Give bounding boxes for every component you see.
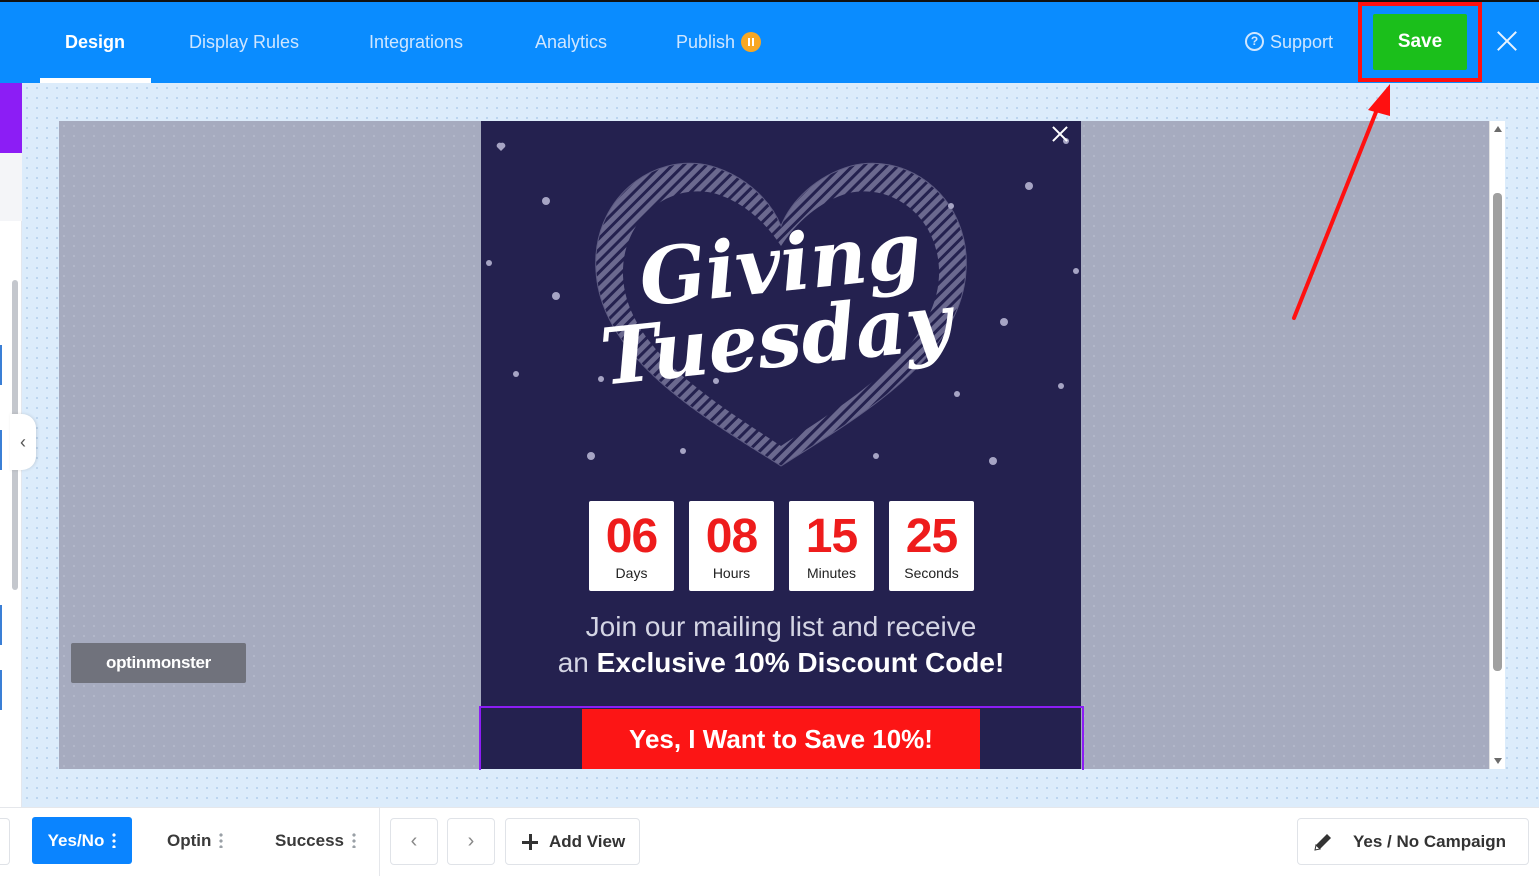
body-line-2: an Exclusive 10% Discount Code!	[481, 645, 1081, 681]
logo-text: optinmonster	[105, 653, 211, 672]
sidebar-item-marker	[0, 670, 2, 710]
chevron-left-icon: ‹	[410, 830, 418, 852]
annotation-arrow	[1292, 84, 1390, 320]
tab-label: Design	[65, 32, 126, 52]
countdown-value: 25	[905, 510, 958, 563]
tab-label: Display Rules	[189, 32, 300, 52]
tab-label: Analytics	[535, 32, 608, 52]
close-icon[interactable]	[1494, 28, 1520, 54]
chevron-right-icon: ›	[467, 830, 475, 852]
tab-integrations[interactable]: Integrations	[369, 2, 463, 83]
countdown-value: 15	[805, 510, 858, 563]
sidebar-item-marker	[0, 605, 2, 645]
scroll-down-icon[interactable]	[1494, 758, 1502, 764]
campaign-popup: Giving Tuesday 06 Days 08 Hours 15 Minut…	[481, 121, 1081, 769]
view-tab-optin[interactable]: Optin	[167, 817, 224, 864]
popup-close-icon[interactable]	[1051, 125, 1069, 143]
more-options-icon[interactable]	[352, 832, 356, 849]
top-navigation-bar: Design Display Rules Integrations Analyt…	[0, 0, 1539, 83]
preview-scrollbar[interactable]	[1489, 121, 1505, 769]
campaign-name-button[interactable]: Yes / No Campaign	[1297, 818, 1529, 865]
countdown-days: 06 Days	[589, 501, 674, 591]
sidebar-item-marker	[0, 345, 2, 385]
plus-icon	[522, 834, 538, 850]
pause-icon	[741, 31, 762, 52]
view-tab-yes-no[interactable]: Yes/No	[32, 817, 132, 864]
campaign-name-label: Yes / No Campaign	[1353, 832, 1507, 851]
tab-analytics[interactable]: Analytics	[535, 2, 607, 83]
tab-design[interactable]: Design	[65, 2, 125, 83]
countdown-label: Days	[615, 565, 648, 581]
previous-view-button[interactable]: ‹	[390, 818, 438, 865]
view-tab-label: Success	[275, 831, 344, 850]
countdown-minutes: 15 Minutes	[789, 501, 874, 591]
support-label: Support	[1270, 32, 1334, 52]
view-tab-success[interactable]: Success	[275, 817, 356, 864]
scrollbar-thumb[interactable]	[1493, 193, 1502, 671]
cta-button[interactable]: Yes, I Want to Save 10%!	[582, 709, 980, 769]
pencil-icon	[1314, 834, 1331, 851]
toolbar-divider	[379, 807, 380, 876]
tab-display-rules[interactable]: Display Rules	[189, 2, 299, 83]
sidebar-item-marker	[0, 430, 2, 470]
view-tab-label: Yes/No	[47, 831, 105, 850]
body-line-2-prefix: an	[557, 647, 589, 678]
more-options-icon[interactable]	[219, 832, 224, 849]
countdown-label: Minutes	[806, 565, 857, 581]
tab-label: Publish	[676, 32, 736, 52]
countdown-value: 08	[705, 510, 758, 563]
countdown-seconds: 25 Seconds	[889, 501, 974, 591]
collapse-sidebar-button[interactable]: ‹	[10, 414, 36, 470]
save-button[interactable]: Save	[1373, 14, 1467, 70]
countdown-label: Seconds	[904, 565, 959, 581]
add-view-label: Add View	[549, 832, 626, 851]
add-view-button[interactable]: Add View	[505, 818, 640, 865]
countdown-hours: 08 Hours	[689, 501, 774, 591]
view-tab-label: Optin	[167, 831, 212, 850]
more-options-icon[interactable]	[112, 832, 117, 849]
tab-label: Integrations	[369, 32, 464, 52]
sidebar-section[interactable]	[0, 153, 22, 221]
support-link[interactable]: ? Support	[1245, 2, 1333, 83]
next-view-button[interactable]: ›	[447, 818, 495, 865]
optinmonster-logo: optinmonster	[71, 643, 246, 683]
body-line-1: Join our mailing list and receive	[585, 611, 977, 642]
help-circle-icon: ?	[1245, 32, 1264, 52]
popup-body-text: Join our mailing list and receive an Exc…	[481, 609, 1081, 681]
countdown-label: Hours	[712, 565, 751, 581]
chevron-left-icon: ‹	[20, 432, 26, 452]
scroll-up-icon[interactable]	[1494, 126, 1502, 132]
countdown-timer: 06 Days 08 Hours 15 Minutes 25 Seconds	[589, 501, 979, 591]
sidebar-active-section[interactable]	[0, 83, 22, 153]
discount-highlight: Exclusive 10% Discount Code!	[596, 647, 1005, 678]
tab-publish[interactable]: Publish	[676, 2, 762, 83]
countdown-value: 06	[605, 510, 658, 563]
heart-illustration: Giving Tuesday	[486, 138, 1079, 467]
toolbar-edge-button[interactable]	[0, 818, 10, 865]
